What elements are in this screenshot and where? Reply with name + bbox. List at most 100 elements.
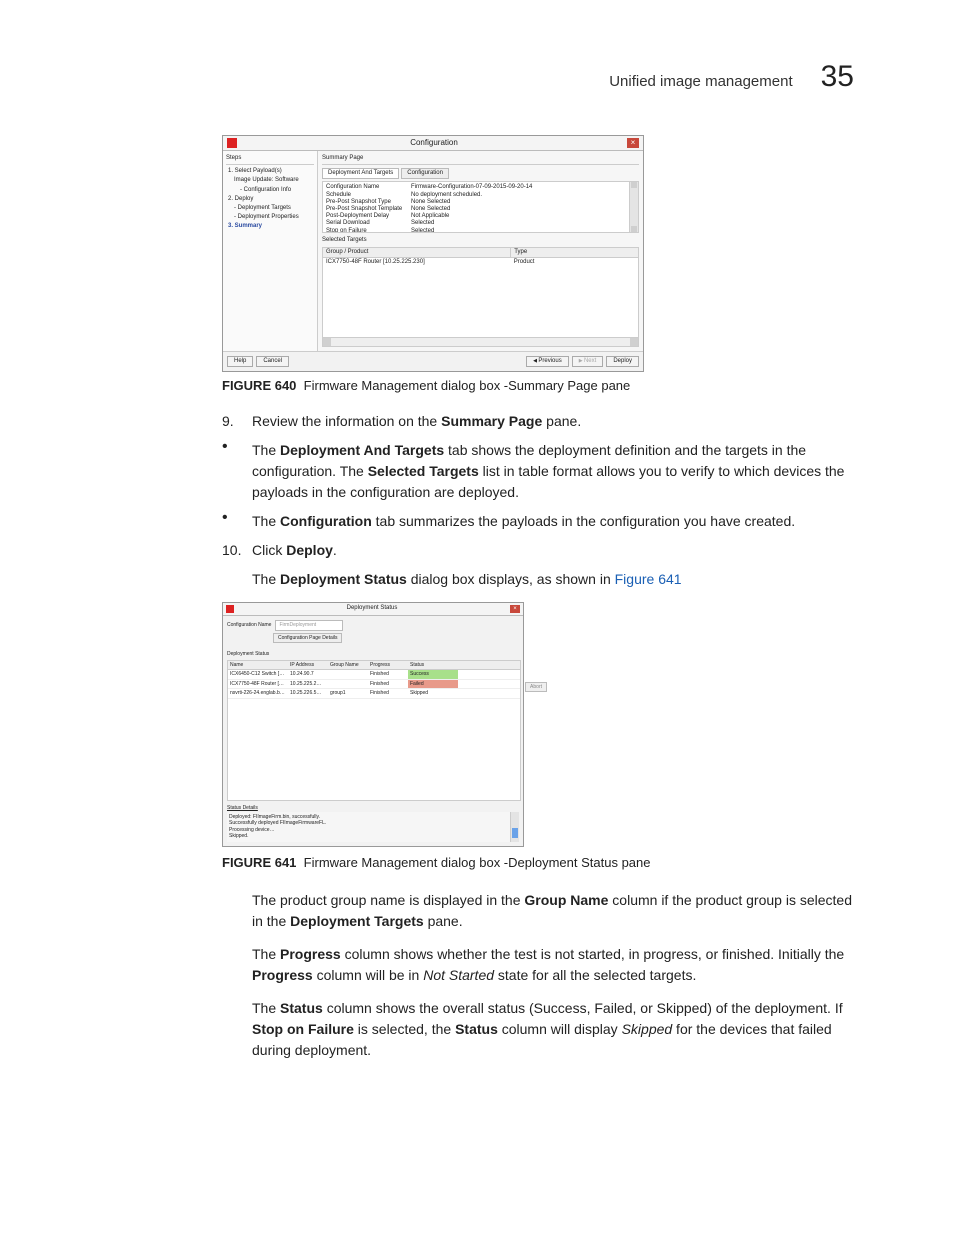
next-button[interactable]: Next — [572, 356, 604, 367]
table-row: ICX7750-48F Router [10.25.225.230] Produ… — [323, 258, 638, 267]
cell-type: Product — [511, 258, 638, 267]
definition-value: Selected — [411, 220, 635, 227]
dialog-title: Deployment Status — [234, 605, 510, 613]
table-row: ICX6450-C12 Switch [1…10.24.90.7 Finished… — [228, 670, 520, 680]
definition-key: Pre-Post Snapshot Type — [326, 199, 411, 206]
sidebar-item[interactable]: - Deployment Properties — [226, 213, 314, 222]
definition-value: None Selected — [411, 199, 635, 206]
definition-key: Post-Deployment Delay — [326, 213, 411, 220]
cell-name: ICX7750-48F Router [10… — [228, 680, 288, 689]
sidebar-item[interactable]: 1. Select Payload(s) — [226, 167, 314, 176]
caption-text: Firmware Management dialog box -Deployme… — [304, 855, 651, 870]
cell-status: Failed — [408, 680, 458, 689]
column-type: Type — [511, 248, 638, 257]
definition-row: Pre-Post Snapshot TemplateNone Selected — [326, 206, 635, 213]
step-number: 10. — [222, 540, 252, 561]
cell-ip: 10.24.90.7 — [288, 670, 328, 679]
figure-641-dialog: Deployment Status × Configuration Name F… — [222, 602, 524, 847]
bullet-icon: • — [222, 511, 252, 532]
cell-ip: 10.25.225.2… — [288, 680, 328, 689]
definition-value: Firmware-Configuration-07-09-2015-09-20-… — [411, 184, 635, 191]
column-name: Name — [228, 661, 288, 670]
sidebar-item[interactable]: 3. Summary — [226, 222, 314, 231]
table-row: ICX7750-48F Router [10…10.25.225.2…Finis… — [228, 680, 520, 690]
close-icon[interactable]: × — [627, 138, 639, 148]
cell-name: ICX6450-C12 Switch [1… — [228, 670, 288, 679]
sidebar-item[interactable]: 2. Deploy — [226, 195, 314, 204]
dialog-footer: Help Cancel Previous Next Deploy — [223, 351, 643, 371]
definition-value: No deployment scheduled. — [411, 192, 635, 199]
cell-name: nsvrti-226-24.englab.br… — [228, 689, 288, 698]
definition-row: Pre-Post Snapshot TypeNone Selected — [326, 199, 635, 206]
close-icon[interactable]: × — [510, 605, 520, 613]
sidebar-item[interactable]: - Configuration Info — [226, 186, 314, 195]
cell-ip: 10.25.226.5… — [288, 689, 328, 698]
header-title: Unified image management — [609, 73, 792, 90]
definition-key: Pre-Post Snapshot Template — [326, 206, 411, 213]
step-10-detail: The Deployment Status dialog box display… — [252, 569, 862, 590]
page-content: Configuration × Steps 1. Select Payload(… — [222, 135, 862, 1073]
app-logo-icon — [226, 605, 234, 613]
sidebar-title: Steps — [226, 155, 314, 165]
horizontal-scrollbar[interactable] — [323, 337, 638, 346]
figure-640-dialog: Configuration × Steps 1. Select Payload(… — [222, 135, 644, 372]
summary-pane: Summary Page Deployment And Targets Conf… — [318, 151, 643, 351]
column-ip-address: IP Address — [288, 661, 328, 670]
figure-641-link[interactable]: Figure 641 — [615, 571, 682, 587]
vertical-scrollbar[interactable] — [629, 182, 638, 232]
page-number: 35 — [821, 60, 854, 94]
column-progress: Progress — [368, 661, 408, 670]
column-group-name: Group Name — [328, 661, 368, 670]
definition-row: ScheduleNo deployment scheduled. — [326, 192, 635, 199]
selected-targets-table: Group / Product Type ICX7750-48F Router … — [322, 247, 639, 347]
config-name-field[interactable]: FirmDeployment — [275, 620, 343, 631]
column-group-product: Group / Product — [323, 248, 511, 257]
definition-key: Stop on Failure — [326, 228, 411, 234]
definition-row: Post-Deployment DelayNot Applicable — [326, 213, 635, 220]
figure-641-caption: FIGURE 641 Firmware Management dialog bo… — [222, 853, 862, 873]
step-10: 10. Click Deploy. — [222, 540, 862, 561]
dialog-titlebar: Deployment Status × — [223, 603, 523, 616]
sidebar-item[interactable]: Image Update: Software — [226, 176, 314, 185]
cell-group — [328, 680, 368, 689]
summary-tabs: Deployment And Targets Configuration — [322, 168, 639, 179]
cell-progress: Finished — [368, 670, 408, 679]
definition-key: Serial Download — [326, 220, 411, 227]
vertical-scrollbar[interactable] — [510, 812, 519, 842]
document-page: Unified image management 35 Configuratio… — [0, 0, 954, 1235]
cell-product: ICX7750-48F Router [10.25.225.230] — [323, 258, 511, 267]
status-detail-line: Skipped. — [229, 833, 517, 840]
deployment-status-title: Deployment Status — [227, 651, 519, 658]
previous-button[interactable]: Previous — [526, 356, 569, 367]
config-page-details-button[interactable]: Configuration Page Details — [273, 633, 342, 644]
cell-group — [328, 670, 368, 679]
tab-deployment-and-targets[interactable]: Deployment And Targets — [322, 168, 399, 179]
config-name-row: Configuration Name FirmDeployment — [227, 620, 519, 631]
figure-640-caption: FIGURE 640 Firmware Management dialog bo… — [222, 378, 862, 393]
summary-page-title: Summary Page — [322, 155, 639, 165]
abort-button[interactable]: Abort — [525, 682, 547, 693]
tab-configuration[interactable]: Configuration — [401, 168, 449, 179]
deployment-status-table: Name IP Address Group Name Progress Stat… — [227, 660, 521, 802]
sidebar-item[interactable]: - Deployment Targets — [226, 204, 314, 213]
app-logo-icon — [227, 138, 237, 148]
definition-value: None Selected — [411, 206, 635, 213]
status-details-box: Deployed: FIImageFirm.bin, successfully.… — [227, 812, 519, 842]
wizard-steps-sidebar: Steps 1. Select Payload(s)Image Update: … — [223, 151, 318, 351]
cell-status: Success — [408, 670, 458, 679]
step-9: 9. Review the information on the Summary… — [222, 411, 862, 432]
definition-row: Serial DownloadSelected — [326, 220, 635, 227]
deploy-button[interactable]: Deploy — [606, 356, 639, 367]
bullet-deployment-targets: • The Deployment And Targets tab shows t… — [222, 440, 862, 503]
bullet-icon: • — [222, 440, 252, 503]
table-row: nsvrti-226-24.englab.br…10.25.226.5…grou… — [228, 689, 520, 699]
group-name-paragraph: The product group name is displayed in t… — [252, 890, 862, 932]
definition-key: Configuration Name — [326, 184, 411, 191]
progress-paragraph: The Progress column shows whether the te… — [252, 944, 862, 986]
column-status: Status — [408, 661, 458, 670]
dialog-title: Configuration — [241, 138, 627, 148]
cell-group: group1 — [328, 689, 368, 698]
help-button[interactable]: Help — [227, 356, 253, 367]
cancel-button[interactable]: Cancel — [256, 356, 289, 367]
step-number: 9. — [222, 411, 252, 432]
